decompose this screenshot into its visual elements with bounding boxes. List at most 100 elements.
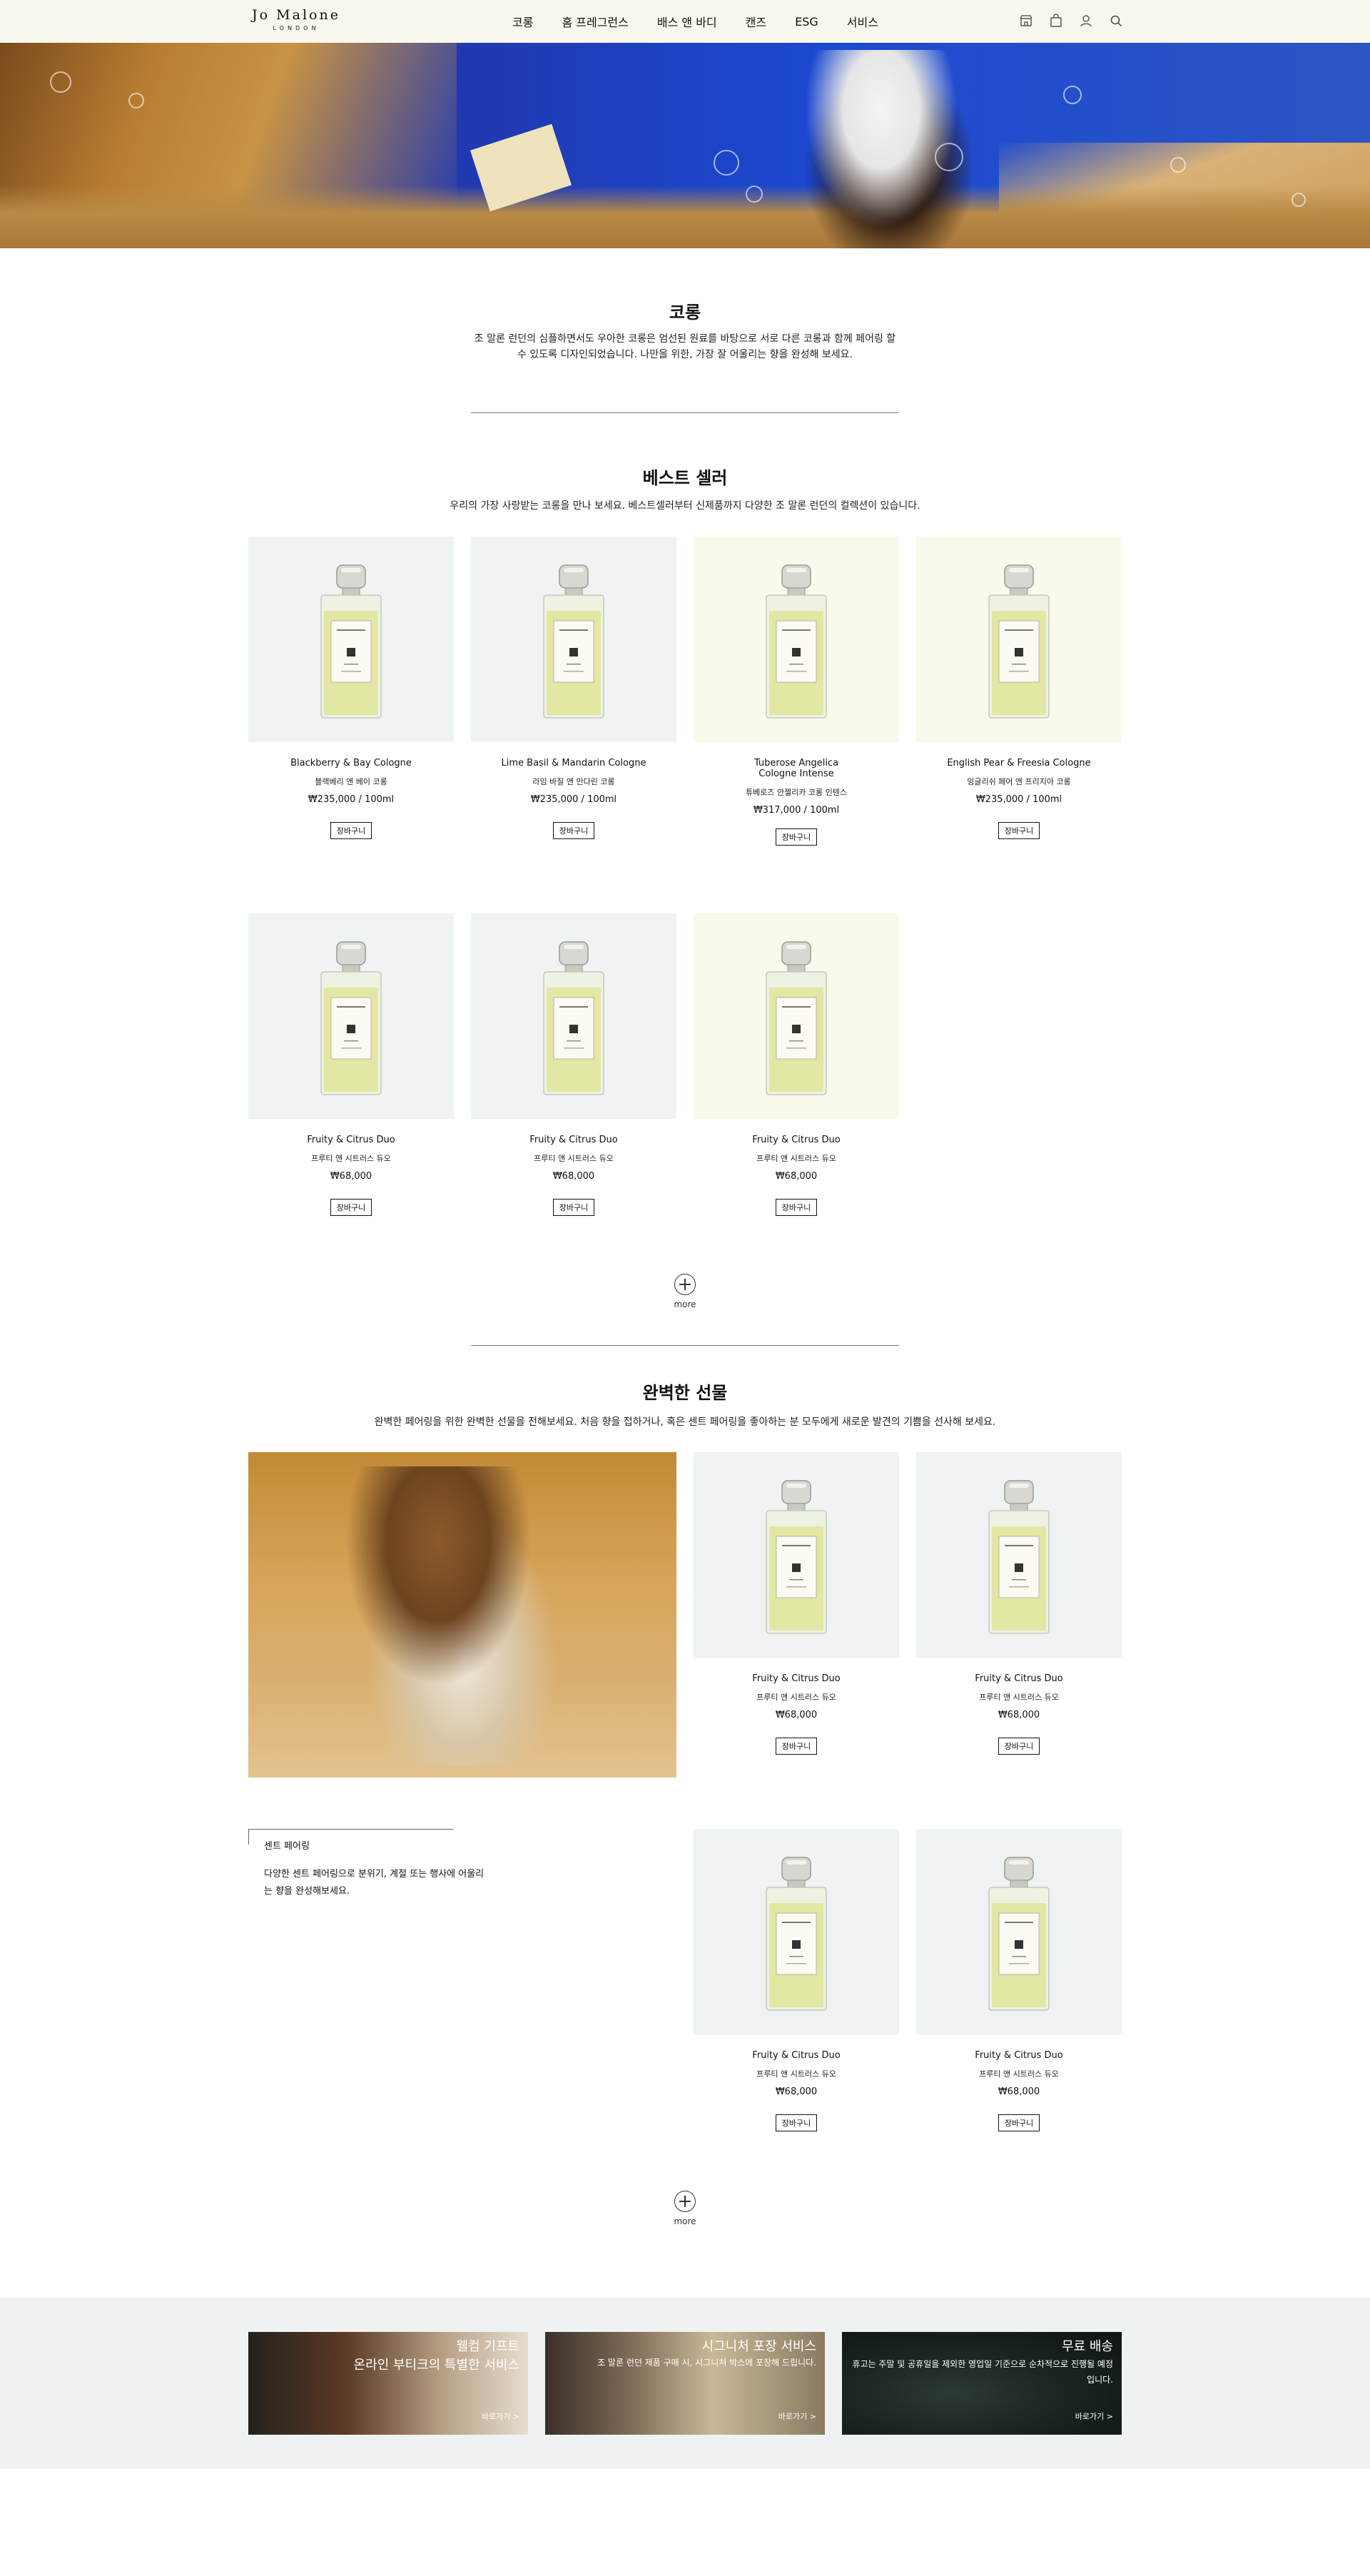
banner-free-shipping[interactable]: 무료 배송 휴고는 주말 및 공휴일을 제외한 영업일 기준으로 순차적으로 진…	[842, 2332, 1122, 2435]
cologne-bottle	[761, 1856, 832, 2013]
banner-link[interactable]: 바로가기 >	[482, 2410, 519, 2422]
cologne-bottle	[315, 564, 387, 721]
banner-subtitle: 조 말론 런던 제품 구매 시, 시그니처 박스에 포장해 드립니다.	[597, 2358, 816, 2368]
product-name-ko: 프루티 앤 시트러스 듀오	[979, 2069, 1059, 2079]
more-label: more	[674, 2216, 696, 2226]
product-name-ko: 튜베로즈 안젤리카 코롱 인텐스	[745, 788, 848, 797]
product-image[interactable]	[471, 913, 676, 1119]
nav-home-fragrance[interactable]: 홈 프레그런스	[562, 13, 628, 30]
add-to-cart-button[interactable]: 장바구니	[998, 1738, 1040, 1755]
add-to-cart-button[interactable]: 장바구니	[998, 2114, 1040, 2131]
cologne-bottle	[983, 564, 1055, 721]
logo-subtitle: LONDON	[273, 25, 320, 31]
product-image[interactable]	[248, 913, 454, 1119]
product-price: ₩68,000	[552, 1171, 595, 1182]
plus-circle-icon	[674, 1274, 696, 1295]
cart-icon[interactable]	[1048, 13, 1064, 29]
product-card: English Pear & Freesia Cologne 잉글리쉬 페어 앤…	[916, 537, 1122, 839]
product-image[interactable]	[694, 537, 899, 742]
hero-bubble	[714, 150, 739, 176]
hero-bubble	[935, 143, 963, 171]
add-to-cart-button[interactable]: 장바구니	[553, 1199, 594, 1216]
banner-welcome-gift[interactable]: 웰컴 기프트 온라인 부티크의 특별한 서비스 바로가기 >	[248, 2332, 528, 2435]
nav-bath-body[interactable]: 배스 앤 바디	[657, 13, 717, 30]
bestseller-more-button[interactable]: more	[664, 1274, 706, 1309]
product-price: ₩68,000	[330, 1171, 372, 1182]
gift-more-button[interactable]: more	[664, 2191, 706, 2226]
product-card: Fruity & Citrus Duo 프루티 앤 시트러스 듀오 ₩68,00…	[916, 1829, 1122, 2131]
site-header: Jo Malone LONDON 코롱 홈 프레그런스 배스 앤 바디 캔즈 E…	[0, 0, 1370, 43]
nav-cologne[interactable]: 코롱	[512, 13, 533, 30]
banner-signature-wrapping[interactable]: 시그니처 포장 서비스 조 말론 런던 제품 구매 시, 시그니처 박스에 포장…	[545, 2332, 825, 2435]
hero-bubble	[1170, 157, 1186, 173]
add-to-cart-button[interactable]: 장바구니	[330, 1199, 372, 1216]
banner-subtitle: 휴고는 주말 및 공휴일을 제외한 영업일 기준으로 순차적으로 진행될 예정입…	[852, 2359, 1113, 2385]
gift-lifestyle-image[interactable]	[248, 1452, 676, 1778]
cologne-bottle	[538, 940, 609, 1097]
banner-subtitle: 온라인 부티크의 특별한 서비스	[353, 2358, 519, 2373]
product-price: ₩317,000 / 100ml	[753, 805, 840, 816]
product-price: ₩68,000	[998, 1710, 1040, 1720]
banner-title: 시그니처 포장 서비스	[701, 2339, 816, 2354]
product-image[interactable]	[916, 537, 1122, 742]
add-to-cart-button[interactable]: 장바구니	[776, 1738, 817, 1755]
logo-wordmark: Jo Malone	[252, 7, 340, 23]
cologne-bottle	[538, 564, 609, 721]
add-to-cart-button[interactable]: 장바구니	[553, 822, 594, 839]
nav-candles[interactable]: 캔즈	[746, 13, 766, 30]
product-image[interactable]	[471, 537, 676, 742]
product-price: ₩235,000 / 100ml	[975, 794, 1062, 805]
product-card: Fruity & Citrus Duo 프루티 앤 시트러스 듀오 ₩68,00…	[471, 913, 676, 1216]
store-icon[interactable]	[1018, 13, 1034, 29]
section-divider	[471, 412, 899, 413]
product-card: Fruity & Citrus Duo 프루티 앤 시트러스 듀오 ₩68,00…	[694, 1829, 899, 2131]
hero-bubble	[1063, 86, 1082, 104]
product-image[interactable]	[694, 1829, 899, 2034]
main-nav: 코롱 홈 프레그런스 배스 앤 바디 캔즈 ESG 서비스	[512, 0, 878, 43]
product-name-ko: 라임 바질 앤 만다린 코롱	[532, 777, 615, 786]
hero-banner[interactable]	[0, 43, 1370, 248]
search-icon[interactable]	[1108, 13, 1124, 29]
product-name-ko: 프루티 앤 시트러스 듀오	[756, 1154, 836, 1163]
product-card: Fruity & Citrus Duo 프루티 앤 시트러스 듀오 ₩68,00…	[694, 913, 899, 1216]
product-name-en: Lime Basil & Mandarin Cologne	[501, 758, 646, 769]
product-name-en: Tuberose Angelica Cologne Intense	[754, 758, 839, 779]
product-image[interactable]	[916, 1452, 1122, 1658]
gift-model-figure	[341, 1466, 584, 1766]
banner-link[interactable]: 바로가기 >	[778, 2410, 816, 2422]
banner-link[interactable]: 바로가기 >	[1075, 2410, 1113, 2422]
product-image[interactable]	[694, 1452, 899, 1658]
bestseller-title: 베스트 셀러	[642, 468, 728, 488]
cologne-bottle	[983, 1856, 1055, 2013]
product-image[interactable]	[916, 1829, 1122, 2034]
product-name-ko: 프루티 앤 시트러스 듀오	[979, 1693, 1059, 1702]
nav-esg[interactable]: ESG	[795, 15, 818, 29]
scent-pairing-description: 다양한 센트 페어링으로 분위기, 계절 또는 행사에 어울리는 향을 완성해보…	[264, 1869, 484, 1897]
product-card: Fruity & Citrus Duo 프루티 앤 시트러스 듀오 ₩68,00…	[694, 1452, 899, 1755]
product-name-en: Fruity & Citrus Duo	[975, 2050, 1063, 2061]
product-price: ₩68,000	[998, 2086, 1040, 2097]
product-image[interactable]	[248, 537, 454, 742]
brand-logo[interactable]: Jo Malone LONDON	[248, 7, 344, 31]
scent-pairing-rule	[248, 1829, 454, 1830]
header-icons	[1018, 13, 1124, 29]
cologne-bottle	[761, 1479, 832, 1636]
cologne-bottle	[983, 1479, 1055, 1636]
add-to-cart-button[interactable]: 장바구니	[998, 822, 1040, 839]
scent-pairing-tick	[248, 1829, 249, 1845]
section-divider	[471, 1345, 899, 1346]
product-price: ₩235,000 / 100ml	[530, 794, 617, 805]
add-to-cart-button[interactable]: 장바구니	[776, 828, 817, 846]
plus-circle-icon	[674, 2191, 696, 2212]
banner-title: 무료 배송	[1062, 2339, 1113, 2354]
add-to-cart-button[interactable]: 장바구니	[330, 822, 372, 839]
add-to-cart-button[interactable]: 장바구니	[776, 1199, 817, 1216]
product-image[interactable]	[694, 913, 899, 1119]
product-name-en: Fruity & Citrus Duo	[752, 1673, 841, 1684]
add-to-cart-button[interactable]: 장바구니	[776, 2114, 817, 2131]
hero-bubble	[128, 93, 144, 108]
nav-service[interactable]: 서비스	[847, 13, 878, 30]
cologne-bottle	[761, 564, 832, 721]
account-icon[interactable]	[1078, 13, 1094, 29]
scent-pairing-title: 센트 페어링	[264, 1841, 310, 1852]
